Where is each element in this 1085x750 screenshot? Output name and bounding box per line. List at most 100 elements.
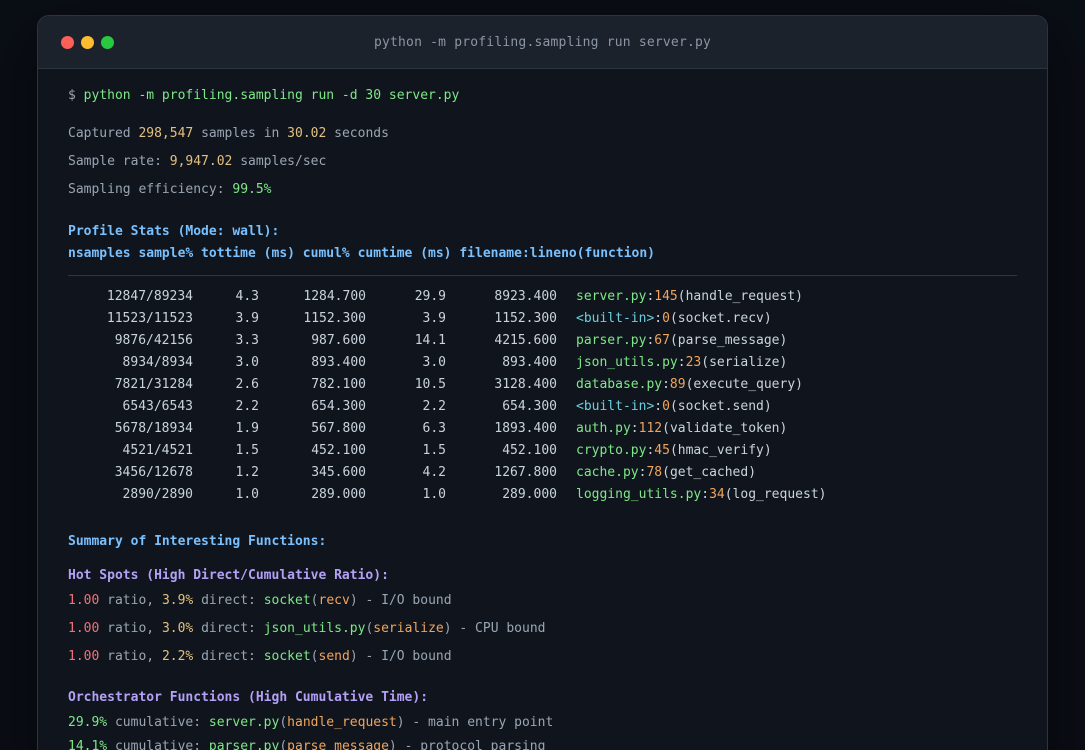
text-segment: 3128.400 (494, 377, 557, 392)
text-segment: Profile Stats (Mode: wall): (68, 224, 280, 239)
text-segment: 782.100 (311, 377, 366, 392)
text-segment: parser.py (576, 333, 647, 348)
text-segment: 7821/31284 (114, 377, 193, 392)
terminal-output[interactable]: $ python -m profiling.sampling run -d 30… (38, 69, 1047, 750)
stats-row: 12847/89234 4.3 1284.700 29.9 8923.400 server… (68, 286, 1017, 308)
stats-row: 6543/6543 2.2 654.300 2.2 654.300 <built-in>:… (68, 396, 1017, 418)
stats-row: 3456/12678 1.2 345.600 4.2 1267.800 cache.py:… (68, 462, 1017, 484)
text-segment: 3.0 (422, 355, 446, 370)
text-segment: 345.600 (311, 465, 366, 480)
terminal-titlebar[interactable]: python -m profiling.sampling run server.… (38, 16, 1047, 69)
stats-row: 8934/8934 3.0 893.400 3.0 893.400 json_utils.… (68, 352, 1017, 374)
text-segment: 893.400 (311, 355, 366, 370)
text-segment: 3456/12678 (114, 465, 193, 480)
text-segment: <built-in> (576, 399, 655, 414)
text-segment: - I/O bound (357, 649, 452, 664)
text-segment: ) (396, 715, 405, 730)
text-segment: 9,947.02 (169, 154, 233, 169)
function-location: json_utils.py:23(serialize) (576, 352, 787, 374)
text-segment: 1.5 (422, 443, 446, 458)
text-segment: json_utils.py (263, 621, 366, 636)
text-segment: 112 (638, 421, 663, 436)
text-segment: 6543/6543 (122, 399, 193, 414)
text-segment: ) (763, 399, 772, 414)
terminal-line: Sample rate: 9,947.02 samples/sec (68, 151, 1017, 173)
text-segment: direct: (193, 649, 264, 664)
text-segment: 14.1 (414, 333, 446, 348)
text-segment: seconds (326, 126, 389, 141)
divider (68, 275, 1017, 276)
text-segment: get_cached (669, 465, 749, 480)
text-segment: parse_message (677, 333, 780, 348)
text-segment: ) (349, 593, 358, 608)
text-segment: server.py (208, 715, 280, 730)
text-segment: 29.9% (68, 715, 108, 730)
text-segment: 654.300 (502, 399, 557, 414)
text-segment: 2.2% (161, 649, 194, 664)
stats-row: 7821/31284 2.6 782.100 10.5 3128.400 database… (68, 374, 1017, 396)
text-segment: 12847/89234 (106, 289, 193, 304)
function-location: crypto.py:45(hmac_verify) (576, 440, 772, 462)
text-segment: 3.9% (161, 593, 194, 608)
text-segment: samples/sec (232, 154, 327, 169)
text-segment: 3.0% (161, 621, 194, 636)
function-location: parser.py:67(parse_message) (576, 330, 787, 352)
stats-row: 2890/2890 1.0 289.000 1.0 289.000 logging_uti… (68, 484, 1017, 506)
text-segment: log_request (732, 487, 819, 502)
text-segment: ( (669, 399, 678, 414)
text-segment: validate_token (669, 421, 780, 436)
text-segment: send (318, 649, 350, 664)
text-segment: Sample rate: (68, 154, 170, 169)
text-segment: ) (779, 333, 788, 348)
terminal-window: python -m profiling.sampling run server.… (37, 15, 1048, 750)
text-segment: ) (748, 465, 757, 480)
text-segment: : (677, 355, 686, 370)
terminal-line: nsamples sample% tottime (ms) cumul% cum… (68, 243, 1017, 265)
close-button[interactable] (61, 35, 74, 49)
text-segment: $ (68, 88, 84, 103)
terminal-line: Orchestrator Functions (High Cumulative … (68, 687, 1017, 709)
function-location: server.py:145(handle_request) (576, 286, 803, 308)
text-segment: handle_request (685, 289, 796, 304)
terminal-line: 1.00 ratio, 3.0% direct: json_utils.py(s… (68, 618, 1017, 640)
text-segment: auth.py (576, 421, 631, 436)
text-segment: 145 (654, 289, 678, 304)
text-segment: ( (669, 443, 678, 458)
text-segment: 4.3 (235, 289, 259, 304)
text-segment: socket.send (677, 399, 764, 414)
text-segment: <built-in> (576, 311, 655, 326)
text-segment: 30.02 (287, 126, 327, 141)
text-segment: 987.600 (311, 333, 366, 348)
text-segment: 289.000 (311, 487, 366, 502)
text-segment: socket.recv (677, 311, 764, 326)
text-segment: ( (669, 311, 678, 326)
text-segment: 23 (685, 355, 702, 370)
text-segment: Orchestrator Functions (High Cumulative … (68, 690, 429, 705)
terminal-line: Sampling efficiency: 99.5% (68, 179, 1017, 201)
text-segment: socket (263, 593, 311, 608)
text-segment: 78 (646, 465, 663, 480)
text-segment: cache.py (576, 465, 639, 480)
text-segment: ( (724, 487, 733, 502)
text-segment: ) (763, 443, 772, 458)
text-segment: 67 (654, 333, 670, 348)
text-segment: 8934/8934 (122, 355, 193, 370)
text-segment: ( (279, 715, 288, 730)
text-segment: parse_message (287, 739, 389, 750)
minimize-button[interactable] (81, 35, 94, 49)
window-controls (61, 35, 114, 49)
text-segment: nsamples sample% tottime (ms) cumul% cum… (68, 246, 655, 261)
text-segment: samples in (193, 126, 288, 141)
text-segment: handle_request (287, 715, 397, 730)
terminal-line: Hot Spots (High Direct/Cumulative Ratio)… (68, 565, 1017, 587)
text-segment: 1152.300 (494, 311, 557, 326)
terminal-line: Captured 298,547 samples in 30.02 second… (68, 123, 1017, 145)
text-segment: 4.2 (422, 465, 446, 480)
text-segment: 5678/18934 (114, 421, 193, 436)
text-segment: 29.9 (414, 289, 446, 304)
zoom-button[interactable] (101, 35, 114, 49)
text-segment: 1.2 (235, 465, 259, 480)
terminal-line: $ python -m profiling.sampling run -d 30… (68, 85, 1017, 107)
text-segment: ( (279, 739, 288, 750)
text-segment: Hot Spots (High Direct/Cumulative Ratio)… (68, 568, 389, 583)
